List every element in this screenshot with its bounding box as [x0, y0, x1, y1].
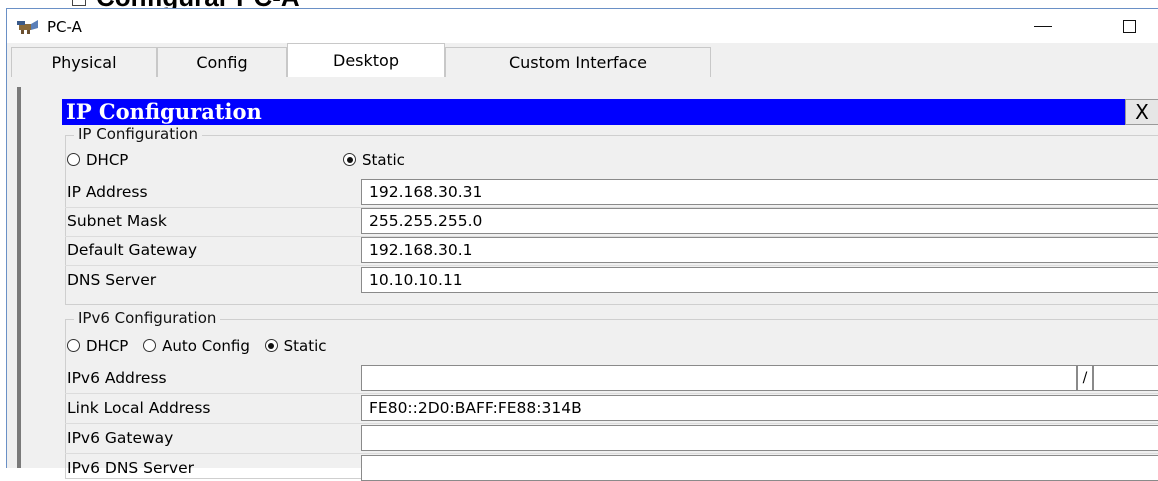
- pc-app-icon: [17, 20, 38, 34]
- minimize-button[interactable]: [1021, 13, 1065, 39]
- ipv6-dns-server-label: IPv6 DNS Server: [67, 459, 195, 477]
- panel-title: IP Configuration: [62, 99, 1158, 125]
- ipv6-gateway-input[interactable]: [361, 425, 1158, 451]
- row-divider: [65, 393, 1158, 394]
- heading-bullet: [72, 0, 86, 6]
- row-divider: [65, 423, 1158, 424]
- radio-selected-icon[interactable]: [264, 339, 278, 352]
- subnet-mask-label: Subnet Mask: [67, 212, 167, 230]
- ipv4-static-option[interactable]: Static: [343, 151, 405, 169]
- dns-server-label: DNS Server: [67, 271, 157, 289]
- tab-custom-interface[interactable]: Custom Interface: [445, 47, 711, 77]
- content-border: [17, 87, 21, 468]
- link-local-address-input[interactable]: FE80::2D0:BAFF:FE88:314B: [361, 395, 1158, 421]
- row-divider: [65, 265, 1158, 266]
- tab-bar: Physical Config Desktop Custom Interface: [7, 43, 1158, 78]
- ipv6-auto-config-label: Auto Config: [162, 337, 250, 355]
- radio-icon[interactable]: [143, 339, 157, 352]
- default-gateway-input[interactable]: 192.168.30.1: [361, 237, 1158, 263]
- tab-desktop[interactable]: Desktop: [287, 43, 445, 78]
- ipv6-static-label: Static: [283, 337, 327, 355]
- ipv6-auto-config-option[interactable]: Auto Config: [143, 337, 250, 355]
- close-panel-button[interactable]: X: [1125, 99, 1158, 125]
- row-divider: [65, 453, 1158, 454]
- desktop-content: IP Configuration X IP Configuration DHCP…: [7, 77, 1158, 481]
- tab-physical[interactable]: Physical: [11, 47, 157, 77]
- ipv6-address-input[interactable]: [361, 365, 1077, 391]
- ipv6-dhcp-option[interactable]: DHCP: [67, 337, 128, 355]
- ip-configuration-panel: IP Configuration X IP Configuration DHCP…: [51, 87, 1158, 481]
- prefix-separator: /: [1077, 365, 1093, 391]
- ipv4-legend: IP Configuration: [74, 125, 202, 143]
- tab-config[interactable]: Config: [157, 47, 287, 77]
- ipv6-static-option[interactable]: Static: [264, 337, 327, 355]
- ip-address-label: IP Address: [67, 183, 148, 201]
- ipv6-address-label: IPv6 Address: [67, 369, 167, 387]
- radio-selected-icon[interactable]: [343, 153, 356, 166]
- radio-icon[interactable]: [67, 339, 80, 352]
- ipv6-prefix-input[interactable]: [1093, 365, 1158, 391]
- ip-address-input[interactable]: 192.168.30.31: [361, 179, 1158, 205]
- link-local-address-label: Link Local Address: [67, 399, 211, 417]
- default-gateway-label: Default Gateway: [67, 241, 198, 259]
- minimize-icon: [1034, 25, 1052, 27]
- ipv6-dhcp-label: DHCP: [86, 337, 129, 355]
- title-bar: PC-A: [7, 9, 1158, 43]
- radio-icon[interactable]: [67, 153, 80, 166]
- ipv6-dns-server-input[interactable]: [361, 455, 1158, 481]
- ipv4-dhcp-option[interactable]: DHCP: [67, 151, 128, 169]
- maximize-icon: [1122, 19, 1136, 33]
- app-window: PC-A Physical Config Desktop Custom Inte…: [6, 8, 1158, 481]
- window-title: PC-A: [47, 18, 82, 36]
- ipv4-static-label: Static: [362, 151, 405, 169]
- ipv6-mode-options: DHCP Auto Config Static: [67, 337, 327, 355]
- dns-server-input[interactable]: 10.10.10.11: [361, 267, 1158, 293]
- ipv4-dhcp-label: DHCP: [86, 151, 129, 169]
- ipv6-legend: IPv6 Configuration: [74, 309, 221, 327]
- subnet-mask-input[interactable]: 255.255.255.0: [361, 208, 1158, 234]
- ipv6-gateway-label: IPv6 Gateway: [67, 429, 174, 447]
- maximize-button[interactable]: [1107, 13, 1151, 39]
- document-heading: Configurar PC-A: [96, 0, 300, 10]
